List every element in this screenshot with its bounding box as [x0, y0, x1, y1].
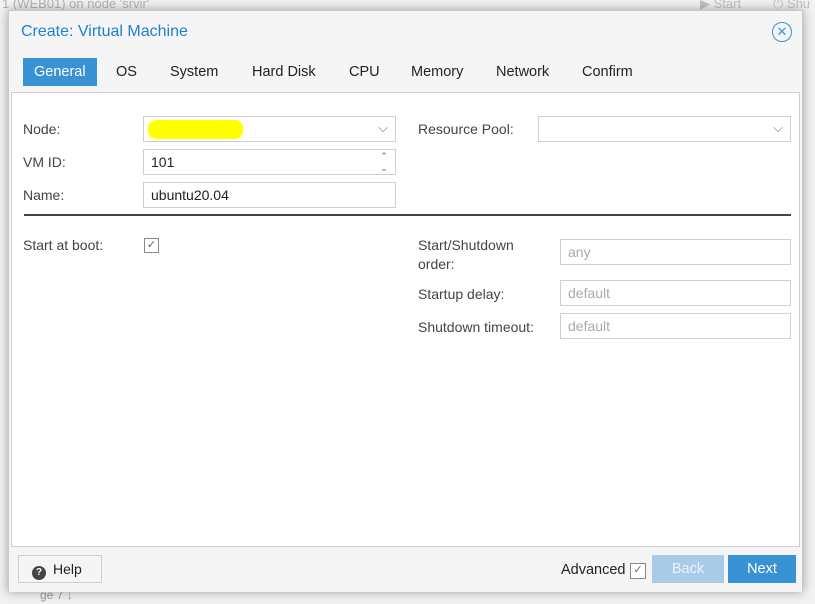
chevron-down-icon[interactable]: ⌵: [378, 120, 388, 136]
shutdown-timeout-placeholder: default: [568, 318, 611, 334]
tab-network[interactable]: Network: [485, 58, 560, 86]
wizard-tabs: General OS System Hard Disk CPU Memory N…: [9, 57, 802, 91]
next-button[interactable]: Next: [728, 555, 796, 583]
advanced-label: Advanced: [561, 562, 626, 578]
chevron-down-icon[interactable]: ⌵: [773, 120, 783, 136]
help-label: Help: [53, 561, 82, 577]
spinner-down-icon[interactable]: ⌄: [379, 162, 389, 174]
question-icon: ?: [32, 566, 46, 580]
name-label: Name:: [23, 187, 65, 203]
start-shutdown-order-placeholder: any: [568, 244, 591, 260]
advanced-checkbox[interactable]: ✓: [630, 563, 646, 579]
tab-hard-disk[interactable]: Hard Disk: [241, 58, 327, 86]
node-select[interactable]: ⌵: [143, 116, 396, 142]
spinner-up-icon[interactable]: ⌃: [379, 150, 389, 162]
vmid-label: VM ID:: [23, 154, 66, 170]
close-icon[interactable]: ✕: [772, 22, 792, 42]
startup-delay-placeholder: default: [568, 285, 611, 301]
start-shutdown-order-label-line1: Start/Shutdown: [418, 237, 514, 253]
startup-delay-label: Startup delay:: [418, 286, 505, 302]
resource-pool-label: Resource Pool:: [418, 121, 514, 137]
section-divider: [24, 214, 791, 216]
start-shutdown-order-label-line2: order:: [418, 256, 455, 272]
tab-general[interactable]: General: [23, 58, 97, 86]
tab-system[interactable]: System: [159, 58, 229, 86]
resource-pool-select[interactable]: ⌵: [538, 116, 791, 142]
name-value: ubuntu20.04: [151, 187, 229, 203]
start-at-boot-label: Start at boot:: [23, 237, 104, 253]
name-input[interactable]: ubuntu20.04: [143, 182, 396, 208]
tab-cpu[interactable]: CPU: [338, 58, 391, 86]
vmid-spinner[interactable]: 101 ⌃ ⌄: [143, 149, 396, 175]
startup-delay-input[interactable]: default: [560, 280, 791, 306]
start-shutdown-order-input[interactable]: any: [560, 239, 791, 265]
spinner-arrows[interactable]: ⌃ ⌄: [379, 150, 389, 174]
node-label: Node:: [23, 121, 61, 137]
dialog-title: Create: Virtual Machine: [21, 23, 188, 40]
dialog-footer: ? Help Advanced ✓ Back Next: [9, 548, 802, 592]
node-redaction: [148, 120, 243, 139]
shutdown-timeout-input[interactable]: default: [560, 313, 791, 339]
tab-os[interactable]: OS: [105, 58, 148, 86]
start-at-boot-checkbox[interactable]: ✓: [144, 238, 159, 253]
dialog-header: Create: Virtual Machine ✕: [9, 11, 802, 57]
tab-confirm[interactable]: Confirm: [571, 58, 644, 86]
back-button[interactable]: Back: [652, 555, 724, 583]
create-vm-dialog: Create: Virtual Machine ✕ General OS Sys…: [8, 10, 803, 592]
general-panel: Node: ⌵ VM ID: 101 ⌃ ⌄ Name: ubuntu20.04…: [11, 92, 800, 547]
help-button[interactable]: ? Help: [18, 555, 102, 583]
shutdown-timeout-label: Shutdown timeout:: [418, 319, 534, 335]
vmid-value: 101: [151, 154, 175, 170]
tab-memory[interactable]: Memory: [400, 58, 474, 86]
